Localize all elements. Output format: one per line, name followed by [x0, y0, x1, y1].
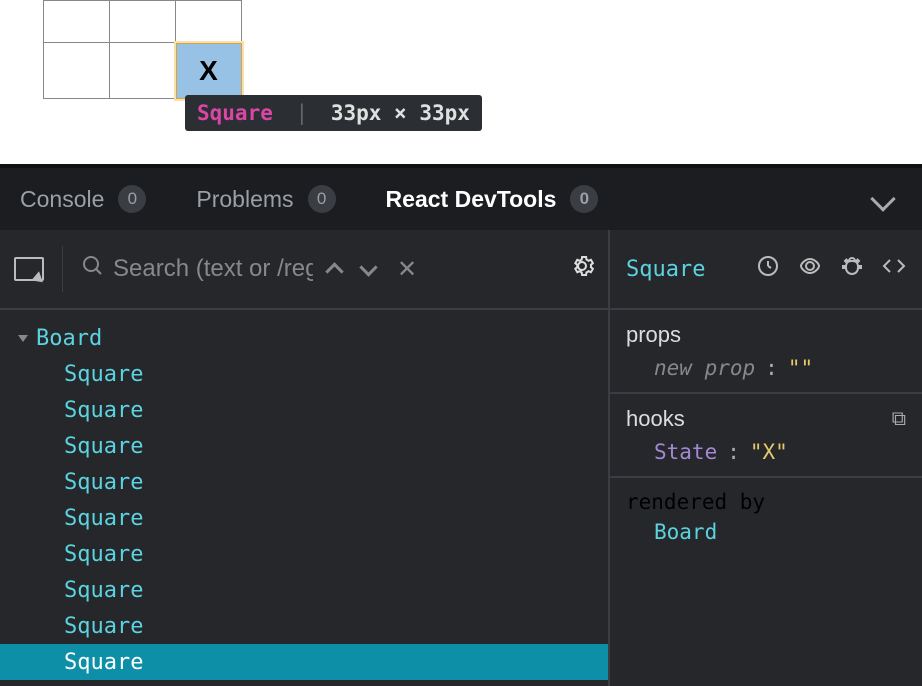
selected-component-name: Square	[626, 257, 705, 282]
square-cell[interactable]	[110, 1, 176, 43]
tree-node-label: Square	[64, 578, 143, 603]
element-picker-icon[interactable]	[14, 257, 44, 281]
prop-value: ""	[788, 356, 813, 380]
tab-label: Console	[20, 186, 104, 213]
tree-node-label: Square	[64, 398, 143, 423]
search-icon	[81, 254, 105, 284]
tree-node[interactable]: Square	[0, 644, 608, 680]
tree-node-label: Square	[64, 434, 143, 459]
tooltip-component-name: Square	[197, 101, 273, 125]
tree-node[interactable]: Square	[0, 536, 608, 572]
caret-down-icon	[18, 335, 28, 342]
tictactoe-board: X	[43, 0, 243, 100]
tree-root[interactable]: Board	[0, 320, 608, 356]
search-prev-button[interactable]	[321, 256, 347, 282]
tree-node-label: Square	[64, 470, 143, 495]
tree-node[interactable]: Square	[0, 608, 608, 644]
square-cell-highlighted[interactable]: X	[176, 43, 242, 99]
app-viewport: X Square | 33px × 33px	[0, 0, 922, 164]
settings-button[interactable]	[570, 254, 594, 285]
hook-key: State	[654, 440, 717, 464]
square-cell[interactable]	[44, 43, 110, 99]
hook-value: "X"	[750, 440, 788, 464]
rendered-by-link[interactable]: Board	[626, 520, 906, 544]
tab-badge: 0	[118, 185, 146, 213]
devtools-tab-strip: Console 0 Problems 0 React DevTools 0	[0, 168, 922, 230]
hook-state-row[interactable]: State: "X"	[626, 440, 906, 464]
square-cell[interactable]	[176, 1, 242, 43]
search-input[interactable]	[113, 255, 313, 283]
hooks-section: hooks ⧉ State: "X"	[610, 394, 922, 478]
inspect-dom-icon[interactable]	[798, 254, 822, 284]
tab-problems[interactable]: Problems 0	[196, 185, 335, 213]
tree-node[interactable]: Square	[0, 464, 608, 500]
toolbar-right: Square	[610, 230, 922, 308]
tree-node[interactable]: Square	[0, 356, 608, 392]
view-source-icon[interactable]	[882, 254, 906, 284]
tree-node-label: Square	[64, 362, 143, 387]
props-new-row[interactable]: new prop : ""	[626, 356, 906, 380]
tree-node-label: Square	[64, 542, 143, 567]
tree-node-label: Square	[64, 614, 143, 639]
tab-badge: 0	[570, 185, 598, 213]
react-toolbar: ✕ Square	[0, 230, 922, 310]
tree-node[interactable]: Square	[0, 392, 608, 428]
tab-badge: 0	[308, 185, 336, 213]
square-cell[interactable]	[110, 43, 176, 99]
tab-label: Problems	[196, 186, 293, 213]
component-tree[interactable]: Board Square Square Square Square Square Squa…	[0, 310, 610, 686]
props-section: props new prop : ""	[610, 310, 922, 394]
square-cell[interactable]	[44, 1, 110, 43]
toolbar-left: ✕	[0, 230, 610, 308]
tree-node-label: Square	[64, 506, 143, 531]
tree-node-label: Board	[36, 326, 102, 351]
search-next-button[interactable]	[355, 256, 381, 282]
tab-label: React DevTools	[386, 186, 557, 213]
prop-key: new prop	[654, 356, 755, 380]
bug-icon[interactable]	[840, 254, 864, 284]
component-side-panel: props new prop : "" hooks ⧉ State: "X" r	[610, 310, 922, 686]
tab-console[interactable]: Console 0	[20, 185, 146, 213]
suspense-icon[interactable]	[756, 254, 780, 284]
hooks-expand-icon[interactable]: ⧉	[892, 408, 906, 431]
tooltip-dimensions: 33px × 33px	[331, 101, 470, 125]
tree-node[interactable]: Square	[0, 572, 608, 608]
devtools-panel: Console 0 Problems 0 React DevTools 0 ✕	[0, 164, 922, 686]
inspect-tooltip: Square | 33px × 33px	[185, 95, 482, 131]
rendered-by-title: rendered by	[626, 490, 906, 514]
rendered-by-section: rendered by Board	[610, 478, 922, 556]
tab-react-devtools[interactable]: React DevTools 0	[386, 185, 599, 213]
hooks-title: hooks	[626, 406, 685, 432]
tree-node[interactable]: Square	[0, 428, 608, 464]
tree-node[interactable]: Square	[0, 500, 608, 536]
search-clear-button[interactable]: ✕	[389, 255, 425, 284]
tree-node-label: Square	[64, 650, 143, 675]
chevron-down-icon[interactable]	[870, 186, 895, 211]
props-title: props	[626, 322, 906, 348]
